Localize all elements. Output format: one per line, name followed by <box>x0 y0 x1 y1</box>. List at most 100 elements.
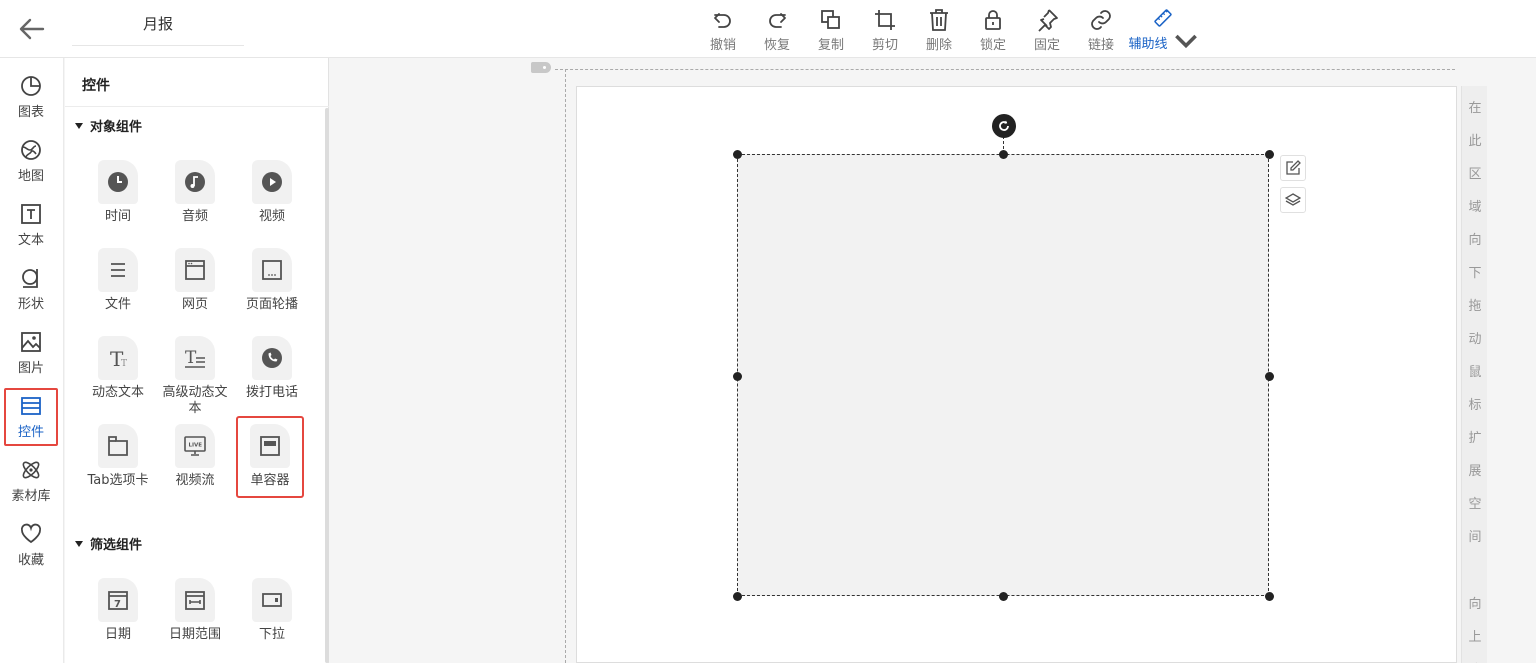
component-date[interactable]: 7 日期 <box>82 578 154 660</box>
hint-char: 在 <box>1468 101 1482 116</box>
component-advanced-text[interactable]: T 高级动态文本 <box>159 336 231 418</box>
resize-handle-w[interactable] <box>733 372 742 381</box>
copy-icon <box>821 10 840 29</box>
component-tile: LIVE <box>175 424 215 468</box>
component-carousel[interactable]: 页面轮播 <box>236 248 308 330</box>
horizontal-guide-line[interactable] <box>555 69 1455 70</box>
group-header-object[interactable]: 对象组件 <box>75 116 142 135</box>
component-time[interactable]: 时间 <box>82 160 154 242</box>
resize-handle-nw[interactable] <box>733 150 742 159</box>
redo-button[interactable]: 恢复 <box>750 8 804 54</box>
component-label: 视频 <box>258 209 285 224</box>
calendar-icon: 7 <box>108 591 128 610</box>
redo-icon <box>769 13 786 28</box>
component-tile: T <box>175 336 215 380</box>
pin-icon <box>1038 9 1058 32</box>
hint-char: 域 <box>1468 200 1482 215</box>
chevron-down-icon[interactable] <box>1174 30 1198 54</box>
edit-icon <box>1286 160 1301 175</box>
rotate-handle[interactable] <box>992 114 1016 138</box>
link-button[interactable]: 链接 <box>1074 8 1128 54</box>
component-tile <box>252 336 292 380</box>
group-header-filter[interactable]: 筛选组件 <box>75 534 142 553</box>
component-audio[interactable]: 音频 <box>159 160 231 242</box>
panel-scrollbar[interactable] <box>325 108 329 663</box>
link-label: 链接 <box>1087 38 1114 53</box>
undo-label: 撤销 <box>709 38 736 53</box>
guides-button[interactable]: 辅助线 <box>1128 8 1198 54</box>
rail-item-assets[interactable]: 素材库 <box>4 452 58 510</box>
lock-label: 锁定 <box>979 38 1006 53</box>
component-video[interactable]: 视频 <box>236 160 308 242</box>
ruler-tag-icon[interactable] <box>531 62 551 73</box>
copy-button[interactable]: 复制 <box>804 8 858 54</box>
caret-down-icon <box>75 540 83 547</box>
component-tile <box>98 248 138 292</box>
lock-button[interactable]: 锁定 <box>966 8 1020 54</box>
rail-item-chart[interactable]: 图表 <box>4 68 58 126</box>
component-label: 网页 <box>181 297 208 312</box>
resize-handle-s[interactable] <box>999 592 1008 601</box>
selected-container[interactable] <box>737 154 1269 596</box>
live-icon: LIVE <box>184 436 206 456</box>
rail-label: 收藏 <box>17 553 44 568</box>
rail-label: 图表 <box>17 105 44 120</box>
redo-label: 恢复 <box>763 38 790 53</box>
back-button[interactable] <box>14 12 50 46</box>
hint-char: 展 <box>1468 464 1482 479</box>
component-dropdown[interactable]: 下拉 <box>236 578 308 660</box>
expand-space-strip[interactable]: 在 此 区 域 向 下 拖 动 鼠 标 扩 展 空 间 向 上 收 <box>1461 86 1487 663</box>
left-nav-rail: 图表 地图 文本 形状 图片 控件 素材库 收藏 <box>0 58 64 663</box>
crop-button[interactable]: 剪切 <box>858 8 912 54</box>
resize-handle-n[interactable] <box>999 150 1008 159</box>
dynamic-text-icon: TT <box>110 347 127 370</box>
component-live-stream[interactable]: LIVE 视频流 <box>159 424 231 506</box>
undo-button[interactable]: 撤销 <box>696 8 750 54</box>
rail-label: 控件 <box>17 425 44 440</box>
delete-button[interactable]: 删除 <box>912 8 966 54</box>
resize-handle-sw[interactable] <box>733 592 742 601</box>
resize-handle-ne[interactable] <box>1265 150 1274 159</box>
component-phone[interactable]: 拨打电话 <box>236 336 308 418</box>
component-tile: 7 <box>98 578 138 622</box>
hint-char: 向 <box>1468 597 1482 612</box>
advanced-text-icon: T <box>185 348 205 368</box>
component-panel: 控件 对象组件 时间 音频 视频 文件 网页 页面轮播 TT 动态文本 T 高级… <box>65 58 329 663</box>
map-icon <box>21 140 41 160</box>
phone-icon <box>262 348 282 368</box>
copy-label: 复制 <box>817 38 844 53</box>
pin-button[interactable]: 固定 <box>1020 8 1074 54</box>
vertical-guide-line[interactable] <box>565 69 566 663</box>
component-single-container[interactable]: 单容器 <box>236 416 304 498</box>
group-title: 对象组件 <box>90 120 143 135</box>
file-lines-icon <box>111 263 125 277</box>
resize-handle-e[interactable] <box>1265 372 1274 381</box>
component-file[interactable]: 文件 <box>82 248 154 330</box>
component-tile <box>252 160 292 204</box>
play-icon <box>262 172 282 192</box>
component-dynamic-text[interactable]: TT 动态文本 <box>82 336 154 418</box>
layers-button[interactable] <box>1280 187 1306 213</box>
rail-item-widget[interactable]: 控件 <box>4 388 58 446</box>
component-date-range[interactable]: 日期范围 <box>159 578 231 660</box>
component-tab[interactable]: Tab选项卡 <box>82 424 154 506</box>
browser-icon <box>185 260 205 280</box>
rail-item-shape[interactable]: 形状 <box>4 260 58 318</box>
edit-component-button[interactable] <box>1280 155 1306 181</box>
document-title[interactable]: 月报 <box>72 0 244 46</box>
component-label: 下拉 <box>258 627 285 642</box>
rotate-icon <box>999 120 1009 131</box>
hint-char: 动 <box>1468 332 1482 347</box>
rail-item-image[interactable]: 图片 <box>4 324 58 382</box>
component-webpage[interactable]: 网页 <box>159 248 231 330</box>
rail-item-map[interactable]: 地图 <box>4 132 58 190</box>
rail-item-favorites[interactable]: 收藏 <box>4 516 58 574</box>
group-title: 筛选组件 <box>90 538 143 553</box>
panel-divider <box>65 106 329 107</box>
rail-label: 形状 <box>17 297 44 312</box>
rail-item-text[interactable]: 文本 <box>4 196 58 254</box>
caret-down-icon <box>75 122 83 129</box>
tab-icon <box>108 436 128 456</box>
resize-handle-se[interactable] <box>1265 592 1274 601</box>
widget-icon <box>21 397 41 415</box>
